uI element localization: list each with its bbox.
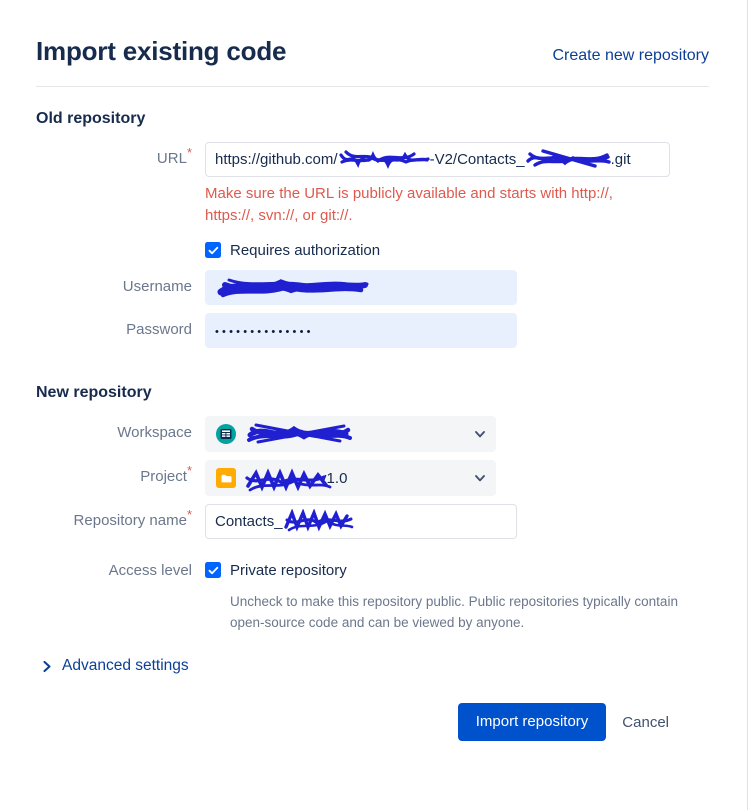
advanced-settings-label[interactable]: Advanced settings: [62, 657, 189, 675]
url-redaction-1: [338, 148, 430, 170]
username-label: Username: [0, 270, 205, 304]
project-selected-value: [redacted] _v1.0: [216, 468, 473, 488]
field-row-password: Password ••••••••••••••: [0, 313, 709, 348]
check-icon: [208, 565, 219, 576]
private-repository-row[interactable]: Private repository: [205, 558, 709, 582]
repository-name-input[interactable]: Contacts_: [205, 504, 517, 539]
workspace-select[interactable]: [205, 416, 496, 452]
section-heading-new-repository: New repository: [0, 348, 709, 402]
repository-name-required-asterisk: *: [187, 507, 192, 522]
requires-authorization-checkbox[interactable]: [205, 242, 221, 258]
repository-name-label-text: Repository name: [74, 512, 187, 529]
url-input[interactable]: https://github.com/ -V2/Contacts_ .git: [205, 142, 670, 177]
import-form: URL* https://github.com/-V2/Contacts_.gi…: [0, 142, 747, 741]
workspace-avatar-icon: [216, 424, 236, 444]
project-select[interactable]: [redacted] _v1.0: [205, 460, 496, 496]
workspace-label: Workspace: [0, 416, 205, 450]
repository-name-redaction: [283, 509, 355, 533]
password-label: Password: [0, 313, 205, 347]
username-control: [205, 270, 709, 305]
field-row-url: URL* https://github.com/ -V2/Contacts_ .gi…: [0, 142, 709, 262]
chevron-down-icon: [473, 471, 487, 485]
url-redaction-2: [525, 148, 611, 170]
field-row-project: Project* [redacted] _v1.0: [0, 460, 709, 496]
chevron-down-icon: [473, 427, 487, 441]
requires-authorization-row[interactable]: Requires authorization: [205, 238, 709, 262]
field-row-access-level: Access level Private repository Uncheck …: [0, 553, 709, 633]
url-control: https://github.com/ -V2/Contacts_ .git Mak…: [205, 142, 709, 262]
project-required-asterisk: *: [187, 463, 192, 478]
create-new-repository-link[interactable]: Create new repository: [552, 47, 709, 65]
private-repository-checkbox[interactable]: [205, 562, 221, 578]
password-input[interactable]: ••••••••••••••: [205, 313, 517, 348]
password-masked-value: ••••••••••••••: [215, 326, 314, 338]
url-label: URL*: [0, 142, 205, 176]
private-repository-label[interactable]: Private repository: [230, 562, 347, 579]
workspace-selected-value: [216, 421, 473, 447]
project-label-text: Project: [140, 468, 187, 485]
repository-name-value-prefix: Contacts_: [215, 513, 283, 530]
repository-name-label: Repository name*: [0, 504, 205, 538]
field-row-repository-name: Repository name* Contacts_: [0, 504, 709, 539]
url-label-text: URL: [157, 150, 187, 167]
chevron-right-icon: [42, 660, 53, 673]
project-label: Project*: [0, 460, 205, 494]
cancel-button[interactable]: Cancel: [620, 714, 671, 731]
repository-name-control: Contacts_: [205, 504, 709, 539]
project-control: [redacted] _v1.0: [205, 460, 709, 496]
access-level-control: Private repository Uncheck to make this …: [205, 553, 709, 633]
access-level-label: Access level: [0, 553, 205, 581]
url-value-prefix: https://github.com/: [215, 151, 338, 168]
url-required-asterisk: *: [187, 145, 192, 160]
password-control: ••••••••••••••: [205, 313, 709, 348]
url-value-mid: -V2/Contacts_: [430, 151, 525, 168]
url-value-suffix: .git: [611, 151, 631, 168]
field-row-workspace: Workspace: [0, 416, 709, 452]
access-level-help-text: Uncheck to make this repository public. …: [230, 591, 682, 633]
form-footer: Import repository Cancel: [0, 675, 709, 741]
page-header: Import existing code Create new reposito…: [0, 0, 747, 66]
page-title: Import existing code: [36, 36, 286, 66]
check-icon: [208, 245, 219, 256]
workspace-value-redaction: [244, 420, 354, 446]
project-value-redaction: [244, 468, 336, 494]
import-existing-code-page: Import existing code Create new reposito…: [0, 0, 748, 810]
field-row-username: Username: [0, 270, 709, 305]
username-redaction: [215, 274, 375, 300]
url-error-message: Make sure the URL is publicly available …: [205, 183, 635, 227]
username-input[interactable]: [205, 270, 517, 305]
import-repository-button[interactable]: Import repository: [458, 703, 607, 741]
advanced-settings-toggle[interactable]: Advanced settings: [0, 633, 189, 675]
requires-authorization-label[interactable]: Requires authorization: [230, 242, 380, 259]
section-heading-old-repository: Old repository: [0, 87, 747, 128]
project-folder-icon: [216, 468, 236, 488]
workspace-control: [205, 416, 709, 452]
